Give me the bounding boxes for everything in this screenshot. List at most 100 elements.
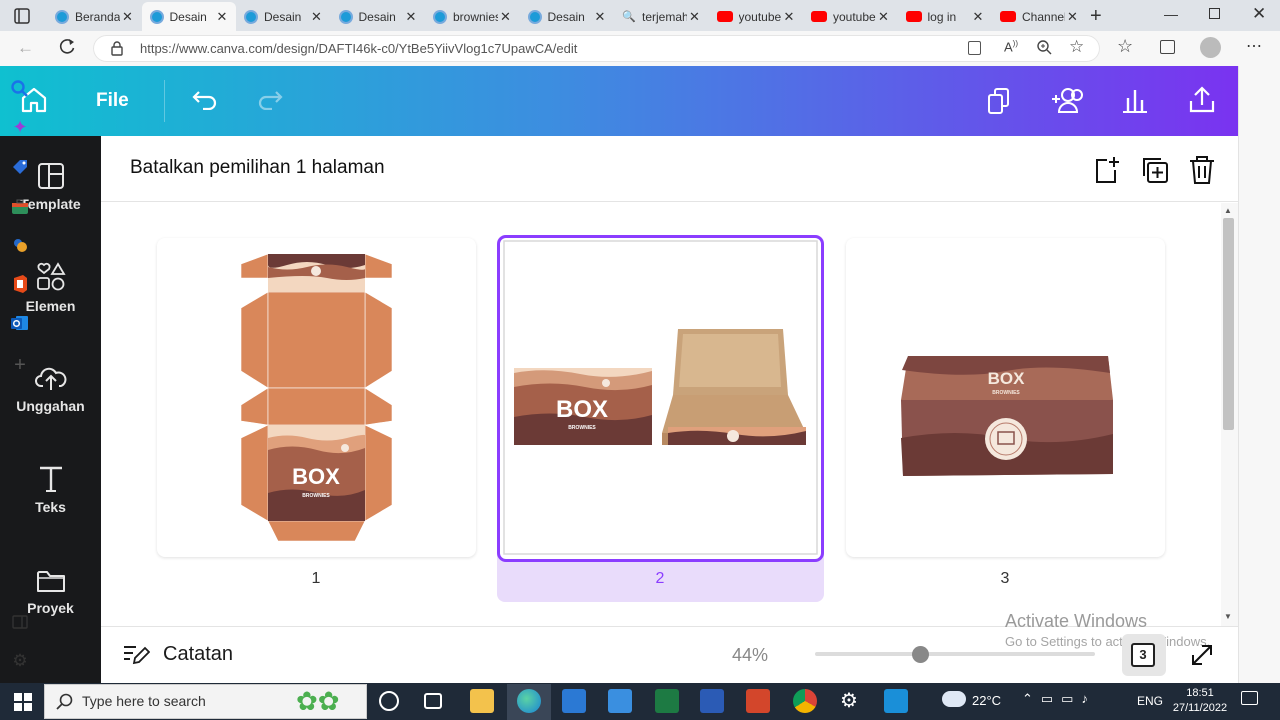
tab-actions-icon[interactable] [14, 8, 30, 24]
scroll-up-arrow[interactable]: ▲ [1224, 206, 1232, 215]
share-collaborators-icon[interactable] [1048, 84, 1086, 116]
delete-page-icon[interactable] [1188, 155, 1216, 185]
browser-tab[interactable]: Channel ✕ [992, 2, 1087, 31]
browser-tab[interactable]: Desain ✕ [520, 2, 615, 31]
close-tab-icon[interactable]: ✕ [120, 9, 136, 25]
close-tab-icon[interactable]: ✕ [214, 9, 230, 25]
activate-windows-title: Activate Windows [1005, 611, 1148, 631]
office-icon[interactable] [10, 274, 30, 294]
restore-button[interactable] [1209, 8, 1220, 19]
add-panel-icon[interactable]: + [10, 355, 30, 375]
profile-avatar[interactable] [1200, 37, 1221, 58]
refresh-icon[interactable] [58, 37, 76, 55]
notes-button[interactable]: Catatan [163, 643, 233, 666]
sidebar-toggle-icon[interactable] [10, 612, 30, 632]
close-tab-icon[interactable]: ✕ [1065, 9, 1081, 25]
settings-gear-icon[interactable]: ⚙ [840, 688, 858, 713]
redo-icon[interactable] [256, 88, 284, 110]
close-tab-icon[interactable]: ✕ [970, 9, 986, 25]
zoom-slider[interactable] [815, 652, 1095, 656]
duplicate-page-icon[interactable] [1140, 155, 1170, 185]
lock-icon[interactable] [110, 40, 124, 56]
url-text[interactable]: https://www.canva.com/design/DAFTI46k-c0… [140, 41, 577, 56]
weather-temperature[interactable]: 22°C [972, 693, 1001, 708]
taskbar-search-placeholder[interactable]: Type here to search [82, 693, 206, 709]
deselect-pages-text[interactable]: Batalkan pemilihan 1 halaman [130, 157, 385, 179]
file-menu[interactable]: File [96, 90, 129, 112]
elements-icon [36, 262, 66, 291]
scroll-down-arrow[interactable]: ▼ [1224, 612, 1232, 621]
sidebar-item-teks[interactable]: Teks [0, 465, 101, 515]
browser-tab[interactable]: youtube ✕ [803, 2, 898, 31]
browser-tab[interactable]: Desain ✕ [331, 2, 426, 31]
sparkle-icon[interactable]: ✦ [10, 117, 30, 137]
close-tab-icon[interactable]: ✕ [498, 9, 514, 25]
gear-icon[interactable]: ⚙ [10, 651, 30, 671]
browser-tab[interactable]: Beranda ✕ [47, 2, 142, 31]
add-page-icon[interactable] [1093, 155, 1121, 185]
system-tray-icons[interactable]: ⌃▭▭♪ [1022, 691, 1096, 707]
word-icon[interactable] [700, 689, 724, 713]
chrome-icon[interactable] [793, 689, 817, 713]
browser-tab[interactable]: log in ✕ [898, 2, 993, 31]
mail-icon[interactable] [608, 689, 632, 713]
collections-icon[interactable] [1160, 40, 1175, 54]
close-tab-icon[interactable]: ✕ [876, 9, 892, 25]
insights-chart-icon[interactable] [1121, 86, 1149, 114]
file-explorer-icon[interactable] [470, 689, 494, 713]
sidebar-item-proyek[interactable]: Proyek [0, 568, 101, 616]
page-thumbnail-3[interactable]: BOX BROWNIES [846, 238, 1165, 557]
share-upload-icon[interactable] [1187, 85, 1217, 115]
edge-browser-icon[interactable] [517, 689, 541, 713]
input-language[interactable]: ENG [1137, 694, 1163, 708]
close-window-button[interactable]: ✕ [1252, 4, 1266, 24]
weather-cloud-icon[interactable] [942, 691, 966, 707]
close-tab-icon[interactable]: ✕ [403, 9, 419, 25]
close-tab-icon[interactable]: ✕ [781, 9, 797, 25]
browser-tab[interactable]: brownies ✕ [425, 2, 520, 31]
games-icon[interactable] [10, 235, 30, 255]
taskbar-clock[interactable]: 18:51 27/11/2022 [1170, 686, 1230, 716]
box-mockup-image: BOX BROWNIES [503, 240, 818, 555]
favorites-icon[interactable]: ☆ [1117, 36, 1133, 57]
fullscreen-icon[interactable] [1189, 642, 1215, 668]
zoom-icon[interactable] [1036, 39, 1052, 55]
notifications-icon[interactable] [1241, 691, 1258, 705]
minimize-button[interactable]: — [1164, 6, 1178, 22]
close-tab-icon[interactable]: ✕ [592, 9, 608, 25]
browser-tab-title: youtube [833, 9, 876, 24]
cortana-icon[interactable] [379, 691, 399, 711]
search-icon[interactable] [10, 79, 30, 99]
new-tab-button[interactable]: + [1090, 5, 1102, 28]
page-count[interactable]: 3 [1131, 643, 1155, 667]
page-thumbnail-2[interactable]: BOX BROWNIES [497, 235, 824, 562]
zoom-level[interactable]: 44% [732, 645, 768, 666]
read-aloud-icon[interactable]: A)) [1004, 39, 1018, 54]
page-thumbnail-1[interactable]: BOX BROWNIES [157, 238, 476, 557]
browser-tab[interactable]: Desain ✕ [236, 2, 331, 31]
tools-briefcase-icon[interactable] [10, 197, 30, 217]
notes-icon[interactable] [122, 642, 150, 666]
store-icon[interactable] [562, 689, 586, 713]
outlook-icon[interactable] [10, 313, 30, 333]
undo-icon[interactable] [191, 88, 219, 110]
browser-tab[interactable]: 🔍 terjemahan✕ [614, 2, 709, 31]
browser-tab[interactable]: Desain ✕ [141, 2, 236, 31]
close-tab-icon[interactable]: ✕ [687, 9, 703, 25]
windows-start-icon[interactable] [14, 693, 32, 711]
back-button[interactable]: ← [17, 38, 34, 58]
settings-menu-icon[interactable]: ⋯ [1246, 36, 1262, 56]
close-tab-icon[interactable]: ✕ [309, 9, 325, 25]
add-favorite-icon[interactable]: ☆ [1069, 37, 1084, 57]
browser-tab[interactable]: youtube ✕ [709, 2, 804, 31]
scrollbar-thumb[interactable] [1223, 218, 1234, 430]
powerpoint-icon[interactable] [746, 689, 770, 713]
reading-view-icon[interactable] [968, 41, 981, 55]
shopping-tag-icon[interactable] [10, 157, 30, 177]
resize-copy-icon[interactable] [986, 86, 1014, 116]
task-view-icon[interactable] [424, 693, 442, 709]
media-player-icon[interactable] [884, 689, 908, 713]
zoom-slider-handle[interactable] [912, 646, 929, 663]
excel-icon[interactable] [655, 689, 679, 713]
box-sub-text: BROWNIES [568, 425, 596, 431]
